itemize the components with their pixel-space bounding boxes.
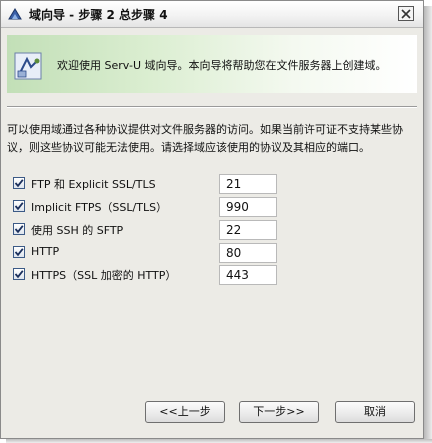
- cancel-button[interactable]: 取消: [335, 401, 415, 423]
- back-button[interactable]: <<上一步: [145, 401, 225, 423]
- protocol-description: 可以使用域通过各种协议提供对文件服务器的访问。如果当前许可证不支持某些协 议，则…: [7, 121, 417, 157]
- http-label: HTTP: [31, 245, 60, 258]
- checkmark-icon: [14, 179, 24, 188]
- ftps-label: Implicit FTPS（SSL/TLS）: [31, 201, 168, 214]
- ftps-checkbox[interactable]: [13, 200, 25, 212]
- serv-u-app-icon: [7, 6, 23, 22]
- https-port-input[interactable]: [219, 265, 277, 285]
- banner-welcome-text: 欢迎使用 Serv-U 域向导。本向导将帮助您在文件服务器上创建域。: [57, 59, 387, 72]
- next-button[interactable]: 下一步>>: [239, 401, 319, 423]
- close-icon: [401, 9, 411, 19]
- wizard-icon: [13, 51, 43, 81]
- sftp-label: 使用 SSH 的 SFTP: [31, 224, 124, 237]
- checkmark-icon: [14, 225, 24, 234]
- window-shadow-right: [424, 6, 432, 443]
- window-title: 域向导 - 步骤 2 总步骤 4: [29, 8, 168, 22]
- checkmark-icon: [14, 270, 24, 279]
- ftps-port-input[interactable]: [219, 197, 277, 217]
- protocol-row-ftp: FTP 和 Explicit SSL/TLS: [13, 174, 413, 194]
- protocol-row-ftps: Implicit FTPS（SSL/TLS）: [13, 197, 413, 217]
- checkmark-icon: [14, 248, 24, 257]
- https-label: HTTPS（SSL 加密的 HTTP）: [31, 269, 177, 282]
- protocol-row-http: HTTP: [13, 243, 413, 263]
- sftp-checkbox[interactable]: [13, 223, 25, 235]
- sftp-port-input[interactable]: [219, 220, 277, 240]
- section-divider: [7, 106, 417, 108]
- protocol-row-https: HTTPS（SSL 加密的 HTTP）: [13, 265, 413, 285]
- http-checkbox[interactable]: [13, 246, 25, 258]
- protocol-row-sftp: 使用 SSH 的 SFTP: [13, 220, 413, 240]
- ftp-label: FTP 和 Explicit SSL/TLS: [31, 178, 156, 191]
- checkmark-icon: [14, 202, 24, 211]
- close-button[interactable]: [398, 6, 414, 21]
- wizard-window: 域向导 - 步骤 2 总步骤 4 欢迎使用 Serv-U 域向导。本向导将帮助您…: [0, 0, 424, 439]
- http-port-input[interactable]: [219, 243, 277, 263]
- ftp-checkbox[interactable]: [13, 177, 25, 189]
- description-line-2: 议，则这些协议可能无法使用。请选择域应该使用的协议及其相应的端口。: [7, 141, 370, 154]
- wizard-banner: 欢迎使用 Serv-U 域向导。本向导将帮助您在文件服务器上创建域。: [7, 35, 417, 93]
- description-line-1: 可以使用域通过各种协议提供对文件服务器的访问。如果当前许可证不支持某些协: [7, 123, 403, 136]
- title-bar[interactable]: 域向导 - 步骤 2 总步骤 4: [1, 1, 423, 28]
- ftp-port-input[interactable]: [219, 174, 277, 194]
- https-checkbox[interactable]: [13, 268, 25, 280]
- window-shadow-bottom: [6, 439, 432, 443]
